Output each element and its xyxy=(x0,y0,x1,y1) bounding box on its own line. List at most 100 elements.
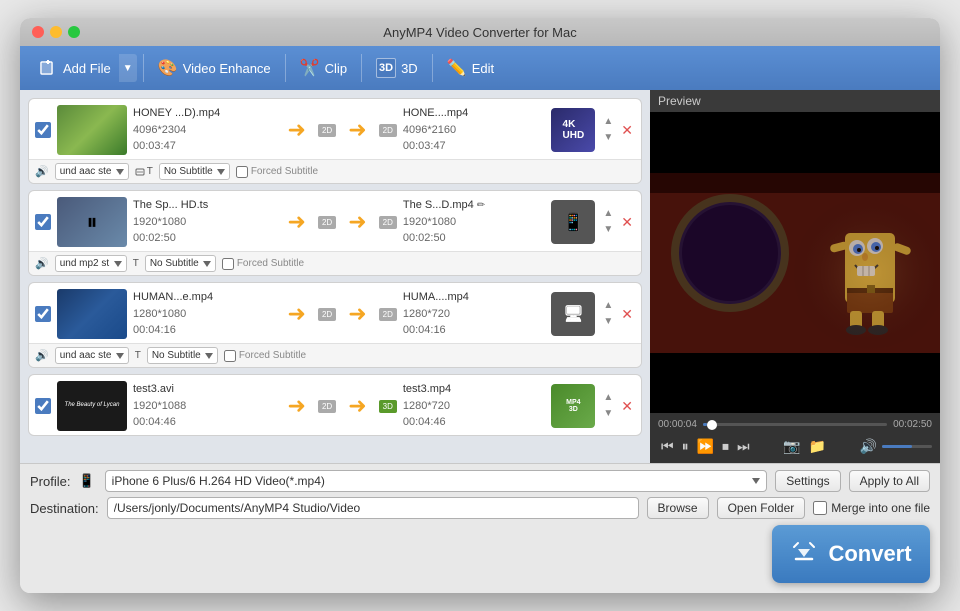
edit-output-2[interactable]: ✏ xyxy=(477,198,485,213)
file-item-top-3: HUMAN...e.mp4 1280*1080 00:04:16 ➜ 2D ➜ … xyxy=(29,283,641,343)
volume-icon[interactable]: 🔊 xyxy=(857,436,880,457)
file-output-3: HUMA....mp4 1280*720 00:04:16 xyxy=(403,289,546,339)
2d-badge-out-3: 2D xyxy=(379,308,397,321)
convert-section: Convert xyxy=(20,525,940,593)
scroll-up-3[interactable]: ▲ xyxy=(601,299,615,313)
file-thumb-4: The Beauty of Lycan xyxy=(57,381,127,431)
edit-icon: ✏️ xyxy=(447,58,467,78)
forced-sub-checkbox-3[interactable] xyxy=(224,350,236,362)
scroll-down-1[interactable]: ▼ xyxy=(601,131,615,145)
item-controls-1: 4KUHD ▲ ▼ ✕ xyxy=(551,108,635,152)
audio-select-3[interactable]: und aac ste xyxy=(55,347,129,364)
file-item-top-1: HONEY ...D).mp4 4096*2304 00:03:47 ➜ 2D … xyxy=(29,99,641,159)
arrow2-1: ➜ xyxy=(342,117,372,143)
audio-select-2[interactable]: und mp2 st xyxy=(55,255,127,272)
destination-input[interactable] xyxy=(107,497,639,519)
threed-label: 3D xyxy=(401,61,418,76)
edit-button[interactable]: ✏️ Edit xyxy=(439,53,502,83)
threed-button[interactable]: 3D 3D xyxy=(368,53,426,83)
progress-track[interactable] xyxy=(703,423,887,426)
scroll-up-4[interactable]: ▲ xyxy=(601,391,615,405)
remove-file-1[interactable]: ✕ xyxy=(619,123,635,137)
settings-button[interactable]: Settings xyxy=(775,470,840,492)
audio-icon-2: 🔊 xyxy=(35,257,49,270)
file-res-1: 4096*2304 xyxy=(133,122,276,139)
file-dur-4: 00:04:46 xyxy=(133,414,276,431)
remove-file-4[interactable]: ✕ xyxy=(619,399,635,413)
subtitle-icon-3: T xyxy=(135,350,141,361)
window-title: AnyMP4 Video Converter for Mac xyxy=(383,25,576,40)
arrow-3: ➜ xyxy=(282,301,312,327)
clip-button[interactable]: ✂️ Clip xyxy=(292,53,355,83)
file-dur-1: 00:03:47 xyxy=(133,138,276,155)
file-checkbox-4[interactable] xyxy=(35,398,51,414)
remove-file-3[interactable]: ✕ xyxy=(619,307,635,321)
merge-checkbox[interactable] xyxy=(813,501,827,515)
open-folder-button[interactable]: Open Folder xyxy=(717,497,806,519)
arrow-1: ➜ xyxy=(282,117,312,143)
transport-controls: ⏮ ⏸ ⏩ ⏹ ⏭ xyxy=(658,436,753,457)
window-controls xyxy=(32,26,80,38)
apply-all-button[interactable]: Apply to All xyxy=(849,470,930,492)
subtitle-select-2[interactable]: No Subtitle xyxy=(145,255,216,272)
add-file-icon xyxy=(38,58,58,78)
play-pause-button[interactable]: ⏸ xyxy=(679,436,692,457)
file-res-4: 1920*1088 xyxy=(133,398,276,415)
2d-badge-in-4: 2D xyxy=(318,400,336,413)
forced-sub-checkbox-2[interactable] xyxy=(222,258,234,270)
profile-label: Profile: xyxy=(30,474,70,489)
convert-button[interactable]: Convert xyxy=(772,525,930,583)
divider-2 xyxy=(285,54,286,82)
minimize-button[interactable] xyxy=(50,26,62,38)
file-checkbox-1[interactable] xyxy=(35,122,51,138)
file-name-2: The Sp... HD.ts xyxy=(133,197,276,214)
volume-track[interactable] xyxy=(882,445,932,448)
progress-handle[interactable] xyxy=(707,420,717,430)
item-controls-2: 📱 ▲ ▼ ✕ xyxy=(551,200,635,244)
arrow2-4: ➜ xyxy=(342,393,372,419)
scroll-btns-4: ▲ ▼ xyxy=(601,391,615,421)
add-file-button[interactable]: Add File xyxy=(30,53,119,83)
stop-button[interactable]: ⏹ xyxy=(719,436,732,457)
file-item-top-2: ⏸ The Sp... HD.ts 1920*1080 00:02:50 ➜ 2… xyxy=(29,191,641,251)
subtitle-select-3[interactable]: No Subtitle xyxy=(147,347,218,364)
2d-badge-out-2: 2D xyxy=(379,216,397,229)
profile-select[interactable]: iPhone 6 Plus/6 H.264 HD Video(*.mp4) xyxy=(105,470,768,492)
file-item-3: HUMAN...e.mp4 1280*1080 00:04:16 ➜ 2D ➜ … xyxy=(28,282,642,368)
file-checkbox-3[interactable] xyxy=(35,306,51,322)
file-thumb-3 xyxy=(57,289,127,339)
forced-sub-checkbox-1[interactable] xyxy=(236,166,248,178)
scroll-down-3[interactable]: ▼ xyxy=(601,315,615,329)
output-name-row-2: The S...D.mp4 ✏ xyxy=(403,197,546,214)
item-controls-4: MP43D ▲ ▼ ✕ xyxy=(551,384,635,428)
file-info-2: The Sp... HD.ts 1920*1080 00:02:50 xyxy=(133,197,276,247)
audio-select-1[interactable]: und aac ste xyxy=(55,163,129,180)
2d-badge-in-3: 2D xyxy=(318,308,336,321)
add-file-dropdown[interactable]: ▼ xyxy=(119,54,137,82)
step-back-button[interactable]: ⏮ xyxy=(658,436,677,457)
file-thumb-2: ⏸ xyxy=(57,197,127,247)
browse-button[interactable]: Browse xyxy=(647,497,709,519)
add-file-group: Add File ▼ xyxy=(30,53,137,83)
close-button[interactable] xyxy=(32,26,44,38)
file-checkbox-2[interactable] xyxy=(35,214,51,230)
folder-button[interactable]: 📁 xyxy=(806,436,829,457)
file-info-4: test3.avi 1920*1088 00:04:46 xyxy=(133,381,276,431)
step-forward-button[interactable]: ⏭ xyxy=(734,436,753,457)
scroll-up-1[interactable]: ▲ xyxy=(601,115,615,129)
output-name-3: HUMA....mp4 xyxy=(403,289,546,306)
scroll-down-4[interactable]: ▼ xyxy=(601,407,615,421)
scroll-down-2[interactable]: ▼ xyxy=(601,223,615,237)
fast-forward-button[interactable]: ⏩ xyxy=(694,436,717,457)
output-name-2: The S...D.mp4 xyxy=(403,197,474,214)
subtitle-select-1[interactable]: No Subtitle xyxy=(159,163,230,180)
remove-file-2[interactable]: ✕ xyxy=(619,215,635,229)
screenshot-button[interactable]: 📷 xyxy=(780,436,803,457)
format-badge-2: 📱 xyxy=(551,200,595,244)
2d-badge-in-1: 2D xyxy=(318,124,336,137)
scroll-up-2[interactable]: ▲ xyxy=(601,207,615,221)
maximize-button[interactable] xyxy=(68,26,80,38)
forced-subtitle-3: Forced Subtitle xyxy=(224,350,306,362)
video-enhance-button[interactable]: 🎨 Video Enhance xyxy=(150,53,279,83)
arrow2-2: ➜ xyxy=(342,209,372,235)
